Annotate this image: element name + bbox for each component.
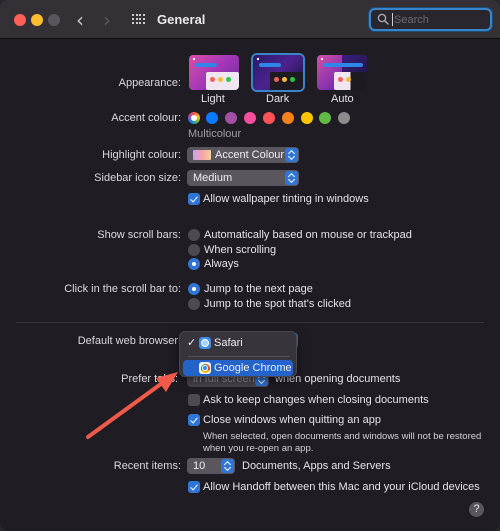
menu-item-label: Safari bbox=[214, 337, 243, 349]
sidebar-icon-size-value: Medium bbox=[193, 172, 233, 184]
click-scroll-bar-label: Click in the scroll bar to: bbox=[64, 283, 181, 295]
accent-swatch-multicolour[interactable] bbox=[188, 112, 200, 124]
popup-stepper-icon bbox=[221, 459, 234, 473]
wallpaper-tinting-checkbox[interactable] bbox=[188, 193, 200, 205]
chrome-icon bbox=[199, 362, 211, 374]
accent-swatch-green[interactable] bbox=[319, 112, 331, 124]
menu-separator bbox=[188, 356, 290, 357]
help-button[interactable]: ? bbox=[469, 502, 484, 517]
accent-swatch-red[interactable] bbox=[263, 112, 275, 124]
safari-icon bbox=[199, 337, 211, 349]
scroll-bars-always-label: Always bbox=[204, 258, 239, 270]
sidebar-icon-size-label: Sidebar icon size: bbox=[94, 172, 181, 184]
back-chevron-icon[interactable]: ‹ bbox=[76, 8, 84, 32]
menu-item-safari[interactable]: ✓ Safari bbox=[183, 335, 293, 351]
highlight-colour-popup[interactable]: Accent Colour bbox=[187, 147, 299, 163]
accent-selected-name: Multicolour bbox=[188, 128, 242, 140]
recent-items-suffix: Documents, Apps and Servers bbox=[242, 460, 391, 472]
popup-stepper-icon bbox=[285, 148, 298, 162]
window-title: General bbox=[157, 12, 206, 27]
show-all-grid-icon[interactable] bbox=[132, 14, 145, 26]
default-web-browser-label: Default web browser bbox=[77, 335, 178, 347]
prefer-tabs-label: Prefer tabs: bbox=[121, 373, 178, 385]
accent-swatch-orange[interactable] bbox=[282, 112, 294, 124]
scroll-bars-when-scrolling-label: When scrolling bbox=[204, 244, 277, 256]
system-preferences-window: ‹ › General Appearance: Light Dark Auto … bbox=[0, 0, 500, 531]
highlight-colour-label: Highlight colour: bbox=[102, 149, 181, 161]
scroll-click-next-page-label: Jump to the next page bbox=[204, 283, 313, 295]
handoff-checkbox[interactable] bbox=[188, 481, 200, 493]
close-windows-note-line1: When selected, open documents and window… bbox=[203, 431, 482, 442]
handoff-label: Allow Handoff between this Mac and your … bbox=[203, 481, 480, 493]
menu-item-google-chrome[interactable]: Google Chrome bbox=[183, 360, 293, 376]
scroll-click-spot-label: Jump to the spot that's clicked bbox=[204, 298, 352, 310]
minimize-window-button[interactable] bbox=[31, 14, 43, 26]
accent-swatch-graphite[interactable] bbox=[338, 112, 350, 124]
recent-items-label: Recent items: bbox=[113, 460, 181, 472]
scroll-bars-automatic-label: Automatically based on mouse or trackpad bbox=[204, 229, 412, 241]
appearance-label: Appearance: bbox=[118, 77, 181, 89]
accent-swatch-purple[interactable] bbox=[225, 112, 237, 124]
search-input[interactable] bbox=[394, 11, 484, 28]
close-window-button[interactable] bbox=[14, 14, 26, 26]
appearance-dark-label: Dark bbox=[266, 93, 290, 105]
menu-item-label: Google Chrome bbox=[214, 362, 292, 374]
forward-chevron-icon[interactable]: › bbox=[103, 8, 111, 32]
recent-items-value: 10 bbox=[193, 460, 206, 472]
title-bar: ‹ › General bbox=[0, 0, 500, 39]
ask-keep-changes-checkbox[interactable] bbox=[188, 394, 200, 406]
text-caret bbox=[392, 13, 393, 26]
scroll-bars-when-scrolling-radio[interactable] bbox=[188, 244, 200, 256]
zoom-window-button[interactable] bbox=[48, 14, 60, 26]
close-windows-checkbox[interactable] bbox=[188, 414, 200, 426]
scroll-bars-always-radio[interactable] bbox=[188, 258, 200, 270]
ask-keep-changes-label: Ask to keep changes when closing documen… bbox=[203, 394, 429, 406]
scroll-bars-automatic-radio[interactable] bbox=[188, 229, 200, 241]
show-scroll-bars-label: Show scroll bars: bbox=[97, 229, 181, 241]
appearance-auto-thumbnail[interactable] bbox=[317, 55, 367, 90]
appearance-dark-thumbnail[interactable] bbox=[253, 55, 303, 90]
accent-colour-label: Accent colour: bbox=[111, 112, 181, 124]
appearance-auto-label: Auto bbox=[331, 93, 354, 105]
accent-swatch-yellow[interactable] bbox=[301, 112, 313, 124]
appearance-light-label: Light bbox=[201, 93, 225, 105]
highlight-colour-swatch bbox=[193, 150, 211, 160]
scroll-click-spot-radio[interactable] bbox=[188, 298, 200, 310]
accent-swatch-blue[interactable] bbox=[206, 112, 218, 124]
search-icon bbox=[377, 13, 389, 25]
highlight-colour-value: Accent Colour bbox=[215, 149, 285, 161]
wallpaper-tinting-label: Allow wallpaper tinting in windows bbox=[203, 193, 369, 205]
recent-items-popup[interactable]: 10 bbox=[187, 458, 235, 474]
default-browser-menu: ✓ Safari Google Chrome bbox=[179, 331, 297, 377]
checkmark-icon: ✓ bbox=[187, 337, 197, 349]
search-field[interactable] bbox=[369, 8, 492, 31]
popup-stepper-icon bbox=[285, 171, 298, 185]
close-windows-note-line2: when you re-open an app. bbox=[203, 443, 314, 454]
appearance-light-thumbnail[interactable] bbox=[189, 55, 239, 90]
scroll-click-next-page-radio[interactable] bbox=[188, 283, 200, 295]
accent-swatch-pink[interactable] bbox=[244, 112, 256, 124]
sidebar-icon-size-popup[interactable]: Medium bbox=[187, 170, 299, 186]
close-windows-label: Close windows when quitting an app bbox=[203, 414, 381, 426]
section-divider bbox=[16, 322, 484, 323]
